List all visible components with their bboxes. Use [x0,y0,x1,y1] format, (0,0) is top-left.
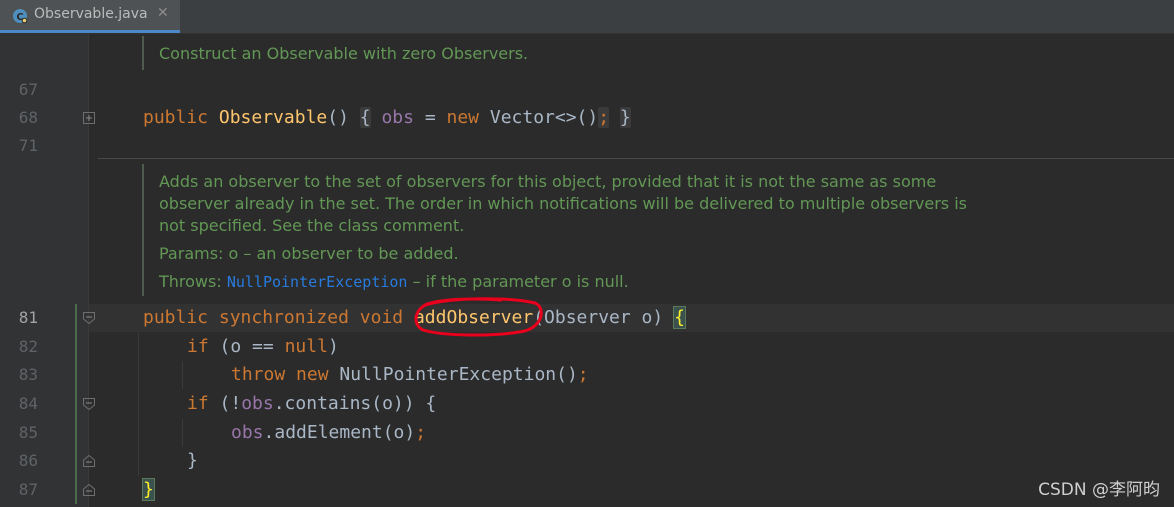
keyword: new [446,107,480,128]
parens: () [327,107,349,128]
doc-comment-line: not specified. See the class comment. [159,216,465,235]
matched-brace: { [673,306,686,329]
doc-comment-border [142,164,144,296]
watermark: CSDN @李阿昀 [1038,480,1160,500]
semicolon: ; [415,422,427,443]
folded-brace[interactable]: { [359,107,371,128]
folded-brace[interactable]: } [619,107,631,128]
fold-end-icon[interactable] [83,455,95,467]
line-number: 87 [18,480,38,499]
keyword: null [284,336,328,357]
gutter-divider [88,34,89,507]
code-line-82: if (o == null) [187,333,339,361]
indent-guide [182,361,183,389]
throws-text: – if the parameter o is null. [412,272,629,291]
assign-op: = [413,107,447,128]
condition: ) [327,336,339,357]
method-call[interactable]: .addElement(o) [264,422,416,443]
fold-end-icon[interactable] [83,484,95,496]
condition: (! [208,393,242,414]
keyword: public [143,107,209,128]
keyword: synchronized [218,307,349,328]
fold-collapse-icon[interactable] [83,312,95,324]
java-class-icon: C [13,9,28,24]
line-number: 68 [18,108,38,127]
highlight-circle-annotation [414,297,543,337]
semicolon: ; [598,107,610,128]
doc-throws: Throws: NullPointerException – if the pa… [159,271,629,293]
code-line-83: throw new NullPointerException(); [231,361,589,389]
keyword: if [187,393,209,414]
code-line-85: obs.addElement(o); [231,419,426,447]
condition: (o [208,336,253,357]
field-ref[interactable]: obs [381,107,414,128]
field-ref[interactable]: obs [241,393,274,414]
line-number: 85 [18,423,38,442]
doc-separator [98,158,1174,159]
operator: == [252,336,274,357]
code-line-86: } [187,447,198,475]
params-text: o – an observer to be added. [228,244,459,263]
line-number: 71 [18,136,38,155]
code-line-84: if (!obs.contains(o)) { [187,390,436,418]
constructor-call[interactable]: NullPointerException() [329,364,577,385]
code-line-87: } [142,476,155,504]
keyword: if [187,336,209,357]
params-label: Params: [159,244,224,263]
method-name[interactable]: Observable [219,107,327,128]
code-line-68: public Observable() { obs = new Vector<>… [143,104,631,132]
doc-comment-constructor: Construct an Observable with zero Observ… [159,44,529,63]
type-ref[interactable]: Vector<>() [479,107,598,128]
fold-expand-icon[interactable] [83,112,95,124]
tab-label: Observable.java [34,6,148,22]
field-ref[interactable]: obs [231,422,264,443]
keyword: void [359,307,404,328]
keyword: new [296,364,329,385]
indent-guide [182,419,183,447]
line-number: 67 [18,80,38,99]
line-number: 82 [18,337,38,356]
tab-observable-java[interactable]: C Observable.java ✕ [0,0,180,33]
doc-comment-line: Adds an observer to the set of observers… [159,172,937,191]
vcs-change-marker [75,304,77,504]
line-number-current: 81 [18,308,38,327]
throws-label: Throws: [159,272,222,291]
doc-params: Params: o – an observer to be added. [159,243,459,265]
indent-guide [138,333,139,476]
keyword: throw [231,364,286,385]
fold-collapse-icon[interactable] [83,398,95,410]
keyword: public [143,307,209,328]
line-number: 83 [18,365,38,384]
condition: .contains(o)) { [273,393,437,414]
param-list: (Observer o) [533,307,675,328]
editor-tab-bar: C Observable.java ✕ [0,0,1174,34]
doc-comment-line: observer already in the set. The order i… [159,194,967,213]
closing-brace: } [187,450,198,471]
exception-link[interactable]: NullPointerException [227,273,408,291]
close-icon[interactable]: ✕ [157,5,169,21]
doc-comment-border [142,36,144,70]
line-number: 86 [18,451,38,470]
semicolon: ; [577,364,589,385]
matched-brace: } [142,478,155,501]
line-number: 84 [18,394,38,413]
